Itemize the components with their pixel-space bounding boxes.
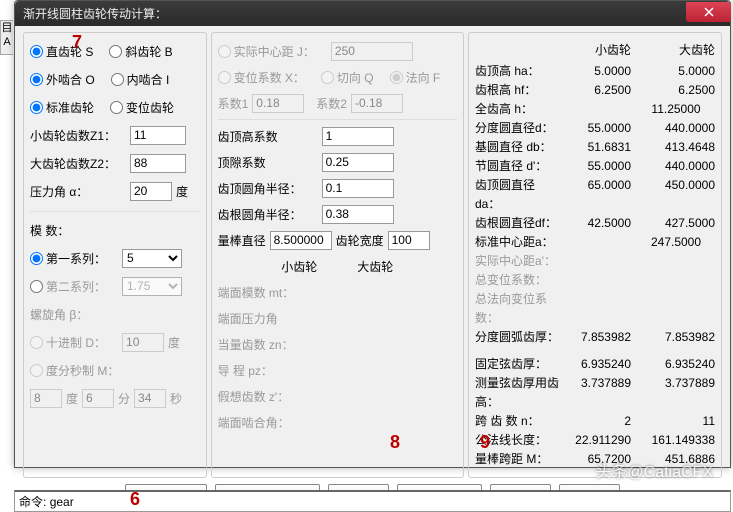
result-row: 分度圆直径d：55.0000440.0000 [475,119,715,138]
side-b: A [1,35,13,49]
cmd-value: gear [50,495,74,509]
annotation-7: 7 [72,32,82,53]
result-row: 节圆直径 d'：55.0000440.0000 [475,157,715,176]
radio-helical[interactable]: 斜齿轮 B [109,43,172,60]
pind-label: 量棒直径 [218,232,266,249]
radio-series1[interactable]: 第一系列： [30,250,106,267]
titlebar: 渐开线圆柱齿轮传动计算： [15,1,730,26]
radio-tangential: 切向 Q [321,69,374,86]
dms-s-input [134,389,166,408]
res-hdr-big: 大齿轮 [637,41,715,58]
coef1-input [252,94,304,113]
series1-select[interactable]: 5 [122,249,182,268]
z1-label: 小齿轮齿数Z1： [30,127,126,144]
result-row: 齿根圆直径df：42.5000427.5000 [475,214,715,233]
c-label: 顶隙系数 [218,154,318,171]
series2-select: 1.75 [122,277,182,296]
close-button[interactable] [686,2,731,22]
mod-label: 模 数： [30,222,69,239]
deg-unit: 度 [176,183,188,200]
result-row: 全齿高 h：11.25000 [475,100,715,119]
mt-label: 端面模数 mt： [218,284,295,301]
c-input[interactable] [322,153,394,172]
radio-standard[interactable]: 标准齿轮 [30,99,94,116]
result-row: 总法向变位系数： [475,290,715,328]
annotation-9: 9 [480,432,490,453]
alpha-label: 压力角 α： [30,183,126,200]
radio-shift-coef: 变位系数 X： [218,69,305,86]
ha-input[interactable] [322,127,394,146]
side-tab: 目 A [0,20,13,55]
coef1-label: 系数1 [218,95,249,112]
width-input[interactable] [388,231,430,250]
radio-actual-center: 实际中心距 J： [218,43,315,60]
result-row: 分度圆弧齿厚：7.8539827.853982 [475,328,715,347]
pind-input[interactable] [270,231,332,250]
radio-spur[interactable]: 直齿轮 S [30,43,93,60]
result-row: 固定弦齿厚：6.9352406.935240 [475,355,715,374]
center-input [331,42,413,61]
input-panel: 直齿轮 S 斜齿轮 B 外啮合 O 内啮合 I 标准齿轮 变位齿轮 小齿轮齿数Z… [23,32,207,478]
helix-label: 螺旋角 β： [30,306,88,323]
deg-unit-2: 度 [168,334,180,351]
dms-d-input [30,389,62,408]
col2-big-hdr: 大齿轮 [357,258,393,275]
result-row: 基圆直径 db：51.6831413.4648 [475,138,715,157]
cmd-label: 命令: [19,493,46,510]
annotation-8: 8 [390,432,400,453]
result-row: 标准中心距a：247.5000 [475,233,715,252]
radio-decimal: 十进制 D： [30,334,106,351]
z2-label: 大齿轮齿数Z2： [30,155,126,172]
coef2-label: 系数2 [316,95,347,112]
result-row: 测量弦齿厚用齿高：3.7378893.737889 [475,374,715,412]
radio-external[interactable]: 外啮合 O [30,71,95,88]
radio-shifted[interactable]: 变位齿轮 [110,99,174,116]
ha-label: 齿顶高系数 [218,128,318,145]
result-row: 公法线长度：22.911290161.149338 [475,431,715,450]
dialog-window: 渐开线圆柱齿轮传动计算： 直齿轮 S 斜齿轮 B 外啮合 O 内啮合 I 标准齿… [14,0,731,468]
tipr-label: 齿顶圆角半径： [218,180,318,197]
rootr-label: 齿根圆角半径： [218,206,318,223]
alphat-label: 端面压力角 [218,310,278,327]
radio-normal: 法向 F [390,69,441,86]
param-panel: 实际中心距 J： 变位系数 X： 切向 Q 法向 F 系数1 系数2 齿顶高系数… [211,32,464,478]
radio-internal[interactable]: 内啮合 I [111,71,170,88]
result-row: 总变位系数： [475,271,715,290]
zprime-label: 假想齿数 z'： [218,388,290,405]
window-title: 渐开线圆柱齿轮传动计算： [23,5,167,22]
width-label: 齿轮宽度 [336,232,384,249]
result-row: 齿根高 hf：6.25006.2500 [475,81,715,100]
result-row: 齿顶圆直径da：65.0000450.0000 [475,176,715,214]
result-row: 实际中心距a'： [475,252,715,271]
radio-series2[interactable]: 第二系列： [30,278,106,295]
annotation-6: 6 [130,489,140,510]
z2-input[interactable] [130,154,186,173]
result-row: 跨 齿 数 n：211 [475,412,715,431]
zn-label: 当量齿数 zn： [218,336,294,353]
pz-label: 导 程 pz： [218,362,273,379]
result-panel: 小齿轮大齿轮 齿顶高 ha：5.00005.0000齿根高 hf：6.25006… [468,32,722,478]
meshang-label: 端面啮合角： [218,414,290,431]
z1-input[interactable] [130,126,186,145]
command-line[interactable]: 命令: gear [14,490,731,512]
result-row: 齿顶高 ha：5.00005.0000 [475,62,715,81]
radio-dms: 度分秒制 M： [30,362,119,379]
close-icon [704,7,714,17]
coef2-input [351,94,403,113]
col2-small-hdr: 小齿轮 [281,258,317,275]
decimal-input [122,333,164,352]
dms-m-input [82,389,114,408]
watermark: 头条@CatiaCFX [595,458,713,482]
rootr-input[interactable] [322,205,394,224]
alpha-input[interactable] [130,182,172,201]
res-hdr-small: 小齿轮 [559,41,637,58]
tipr-input[interactable] [322,179,394,198]
side-a: 目 [1,21,13,35]
